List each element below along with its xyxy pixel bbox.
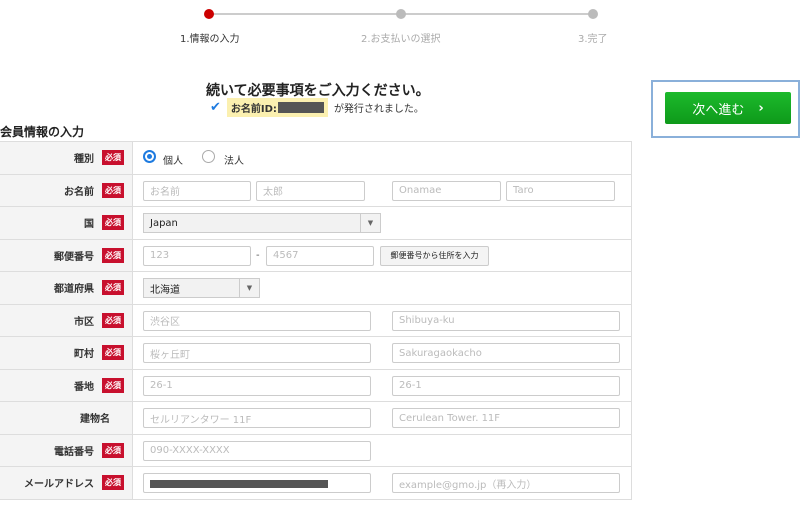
country-value: Japan [150,217,178,229]
form-row-block: 番地 必須 26-1 26-1 [0,369,632,402]
id-highlight: お名前ID: [226,98,328,117]
form-row-town: 町村 必須 桜ヶ丘町 Sakuragaokacho [0,337,632,370]
step-dot-1 [204,9,214,19]
email-confirm-input[interactable]: example@gmo.jp（再入力） [392,473,620,493]
last-name-input[interactable]: お名前 [143,180,251,201]
radio-label-individual: 個人 [163,156,183,167]
row-label: 国 必須 [0,207,133,239]
label-text: 町村 [74,349,94,361]
row-label: 種別 必須 [0,142,133,174]
label-text: 番地 [74,381,94,393]
row-label: 市区 必須 [0,304,133,336]
required-badge: 必須 [102,247,124,263]
phone-input[interactable]: 090-XXXX-XXXX [143,440,371,461]
check-icon: ✔ [210,100,221,115]
label-text: 国 [84,219,94,231]
town-input[interactable]: 桜ヶ丘町 [143,343,371,363]
step-label-1: 1.情報の入力 [180,34,240,45]
next-button-highlight: 次へ進む › [651,80,800,138]
town-romaji-input[interactable]: Sakuragaokacho [392,343,620,363]
prefecture-value: 北海道 [150,284,180,296]
form-row-postal: 郵便番号 必須 123 - 4567 郵便番号から住所を入力 [0,239,632,272]
form-row-city: 市区 必須 渋谷区 Shibuya-ku [0,304,632,337]
label-text: 市区 [74,316,94,328]
city-input[interactable]: 渋谷区 [143,310,371,331]
required-badge: 必須 [102,215,124,231]
issued-suffix: が発行されました。 [333,104,424,115]
row-label: お名前 必須 [0,174,133,206]
form-row-phone: 電話番号 必須 090-XXXX-XXXX [0,434,632,467]
redacted-email [150,480,328,488]
radio-corporate[interactable] [202,150,215,163]
country-select[interactable]: Japan ▼ [143,213,381,233]
first-name-input[interactable]: 太郎 [256,180,365,201]
member-form: 種別 必須 個人 法人 お名前 必須 お名前 太郎 Onamae Taro 国 … [0,141,632,500]
dropdown-arrow-icon: ▼ [239,279,259,297]
required-badge: 必須 [102,150,124,166]
form-row-prefecture: 都道府県 必須 北海道 ▼ [0,272,632,305]
label-text: メールアドレス [24,479,94,491]
required-badge: 必須 [102,312,124,328]
radio-individual[interactable] [143,150,156,163]
form-row-building: 建物名 セルリアンタワー 11F Cerulean Tower. 11F [0,402,632,435]
row-label: メールアドレス 必須 [0,467,133,499]
building-input[interactable]: セルリアンタワー 11F [143,408,371,428]
block-romaji-input[interactable]: 26-1 [392,375,620,396]
city-romaji-input[interactable]: Shibuya-ku [392,310,620,331]
row-label: 都道府県 必須 [0,272,133,304]
next-button-label: 次へ進む [692,102,745,118]
step-dot-3 [588,9,598,19]
row-label: 郵便番号 必須 [0,239,133,271]
form-row-country: 国 必須 Japan ▼ [0,207,632,240]
row-label: 建物名 [0,402,133,434]
chevron-right-icon: › [758,100,764,116]
building-romaji-input[interactable]: Cerulean Tower. 11F [392,408,620,428]
required-badge: 必須 [102,280,124,296]
postal-separator: - [256,249,260,261]
required-badge: 必須 [102,442,124,458]
row-label: 番地 必須 [0,369,133,401]
step-label-2: 2.お支払いの選択 [361,34,441,45]
row-label: 町村 必須 [0,337,133,369]
label-text: 電話番号 [54,446,94,458]
id-label: お名前ID: [230,104,277,115]
form-row-name: お名前 必須 お名前 太郎 Onamae Taro [0,174,632,207]
dropdown-arrow-icon: ▼ [360,214,380,232]
label-text: お名前 [64,186,94,198]
id-issued-notice: ✔ お名前ID: が発行されました。 [210,98,424,117]
label-text: 種別 [74,154,94,166]
step-line [400,13,592,15]
last-name-romaji-input[interactable]: Onamae [392,180,501,201]
form-row-email: メールアドレス 必須 example@gmo.jp（再入力） [0,467,632,500]
page-title: 続いて必要事項をご入力ください。 [206,83,430,99]
step-dot-2 [396,9,406,19]
required-badge: 必須 [102,182,124,198]
next-button[interactable]: 次へ進む › [665,92,791,124]
postal-lookup-button[interactable]: 郵便番号から住所を入力 [380,245,489,266]
step-line [210,13,400,15]
email-input[interactable] [143,473,371,493]
label-text: 建物名 [80,414,110,426]
section-title: 会員情報の入力 [0,125,85,139]
block-input[interactable]: 26-1 [143,375,371,396]
radio-label-corporate: 法人 [224,156,244,167]
required-badge: 必須 [102,475,124,491]
label-text: 郵便番号 [54,251,94,263]
label-text: 都道府県 [54,284,94,296]
prefecture-select[interactable]: 北海道 ▼ [143,278,260,298]
progress-stepper: 1.情報の入力 2.お支払いの選択 3.完了 [0,8,800,48]
step-label-3: 3.完了 [578,34,608,45]
postal-code-second-input[interactable]: 4567 [266,245,374,266]
required-badge: 必須 [102,377,124,393]
first-name-romaji-input[interactable]: Taro [506,180,615,201]
required-badge: 必須 [102,345,124,361]
postal-code-first-input[interactable]: 123 [143,245,251,266]
redacted-id [277,102,324,113]
form-row-type: 種別 必須 個人 法人 [0,142,632,175]
row-label: 電話番号 必須 [0,434,133,466]
